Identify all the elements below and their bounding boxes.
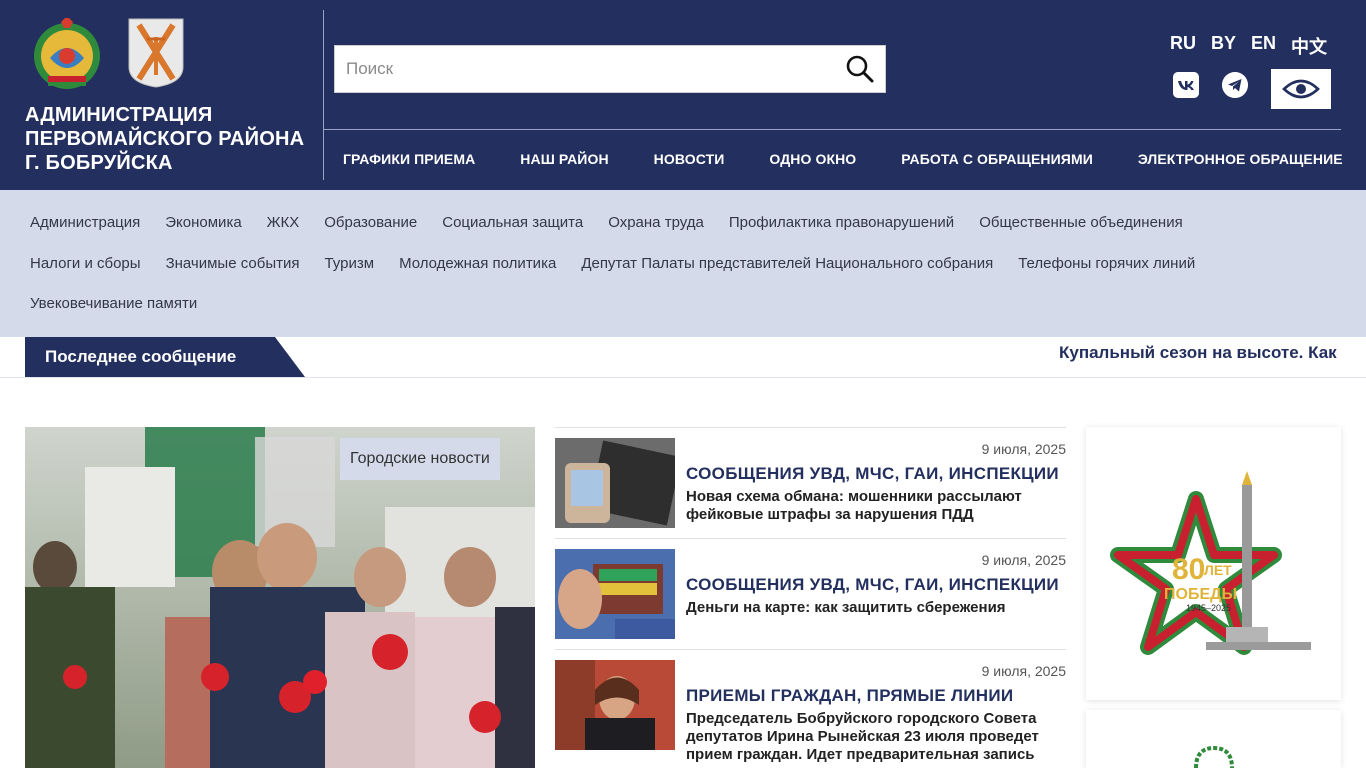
- header-vertical-divider: [323, 10, 324, 180]
- news-category[interactable]: СООБЩЕНИЯ УВД, МЧС, ГАИ, ИНСПЕКЦИИ: [686, 464, 1059, 484]
- main-nav: ГРАФИКИ ПРИЕМА НАШ РАЙОН НОВОСТИ ОДНО ОК…: [343, 151, 1366, 167]
- nav-news[interactable]: НОВОСТИ: [654, 151, 725, 167]
- lang-zh[interactable]: 中文: [1291, 33, 1327, 59]
- news-title[interactable]: Председатель Бобруйского городского Сове…: [686, 710, 1061, 764]
- category-nav-row-3: Увековечивание памяти: [30, 295, 222, 312]
- category-link[interactable]: Администрация: [30, 214, 140, 231]
- search-input[interactable]: [335, 46, 835, 92]
- news-item[interactable]: 9 июля, 2025 СООБЩЕНИЯ УВД, МЧС, ГАИ, ИН…: [555, 538, 1066, 649]
- news-thumbnail: [555, 660, 675, 750]
- category-link[interactable]: Охрана труда: [608, 214, 704, 231]
- category-link[interactable]: Туризм: [324, 255, 374, 272]
- org-title-line1: АДМИНИСТРАЦИЯ: [25, 104, 213, 126]
- lang-by[interactable]: BY: [1211, 33, 1236, 59]
- banner-years: 1945–2025: [1186, 603, 1231, 613]
- feature-category-tag[interactable]: Городские новости: [340, 438, 500, 480]
- news-title[interactable]: Новая схема обмана: мошенники рассылают …: [686, 488, 1061, 524]
- banner-number: 80: [1172, 553, 1205, 586]
- lang-en[interactable]: EN: [1251, 33, 1276, 59]
- eye-icon: [1282, 79, 1320, 99]
- category-link[interactable]: Налоги и сборы: [30, 255, 141, 272]
- ticker-text[interactable]: Купальный сезон на высоте. Как: [1059, 343, 1341, 363]
- category-link[interactable]: Экономика: [165, 214, 241, 231]
- news-category[interactable]: ПРИЕМЫ ГРАЖДАН, ПРЯМЫЕ ЛИНИИ: [686, 686, 1013, 706]
- category-link[interactable]: Молодежная политика: [399, 255, 556, 272]
- news-thumbnail: [555, 438, 675, 528]
- banner-word-top: ЛЕТ: [1204, 562, 1232, 578]
- victory-80-banner[interactable]: 80 ЛЕТ ПОБЕДЫ 1945–2025: [1086, 427, 1341, 700]
- ticker-label: Последнее сообщение: [25, 337, 305, 377]
- logo-block[interactable]: АДМИНИСТРАЦИЯ ПЕРВОМАЙСКОГО РАЙОНА Г. БО…: [0, 0, 323, 190]
- org-title-line2: ПЕРВОМАЙСКОГО РАЙОНА: [25, 128, 305, 150]
- nav-one-window[interactable]: ОДНО ОКНО: [769, 151, 856, 167]
- telegram-icon[interactable]: [1222, 72, 1248, 98]
- news-ticker: Последнее сообщение Купальный сезон на в…: [0, 337, 1366, 378]
- state-emblem-icon: [34, 18, 100, 89]
- category-link[interactable]: Телефоны горячих линий: [1018, 255, 1195, 272]
- news-thumbnail: [555, 549, 675, 639]
- category-link[interactable]: ЖКХ: [267, 214, 300, 231]
- lang-ru[interactable]: RU: [1170, 33, 1196, 59]
- site-header: АДМИНИСТРАЦИЯ ПЕРВОМАЙСКОГО РАЙОНА Г. БО…: [0, 0, 1366, 190]
- category-nav-row-2: Налоги и сборы Значимые события Туризм М…: [30, 255, 1220, 272]
- category-link[interactable]: Социальная защита: [442, 214, 583, 231]
- news-item[interactable]: 9 июля, 2025 ПРИЕМЫ ГРАЖДАН, ПРЯМЫЕ ЛИНИ…: [555, 649, 1066, 763]
- category-link[interactable]: Увековечивание памяти: [30, 295, 197, 312]
- category-link[interactable]: Общественные объединения: [979, 214, 1183, 231]
- news-date: 9 июля, 2025: [981, 663, 1066, 679]
- category-link[interactable]: Значимые события: [166, 255, 300, 272]
- wreath-icon: [1194, 745, 1234, 768]
- language-switcher: RU BY EN 中文: [1170, 33, 1342, 59]
- nav-appeals-work[interactable]: РАБОТА С ОБРАЩЕНИЯМИ: [901, 151, 1093, 167]
- city-crest-icon: [128, 18, 184, 88]
- category-nav: Администрация Экономика ЖКХ Образование …: [0, 190, 1366, 337]
- banner-word-bottom: ПОБЕДЫ: [1164, 586, 1237, 603]
- category-nav-row-1: Администрация Экономика ЖКХ Образование …: [30, 214, 1208, 231]
- news-date: 9 июля, 2025: [981, 441, 1066, 457]
- side-banner-2[interactable]: [1086, 710, 1341, 768]
- category-link[interactable]: Профилактика правонарушений: [729, 214, 954, 231]
- news-date: 9 июля, 2025: [981, 552, 1066, 568]
- search-box: [334, 45, 886, 93]
- header-horizontal-divider: [324, 129, 1341, 130]
- accessibility-button[interactable]: [1271, 69, 1331, 109]
- search-icon[interactable]: [845, 54, 875, 84]
- category-link[interactable]: Депутат Палаты представителей Национальн…: [581, 255, 993, 272]
- org-title-line3: Г. БОБРУЙСКА: [25, 152, 173, 174]
- news-title[interactable]: Деньги на карте: как защитить сбережения: [686, 599, 1061, 617]
- news-category[interactable]: СООБЩЕНИЯ УВД, МЧС, ГАИ, ИНСПЕКЦИИ: [686, 575, 1059, 595]
- nav-our-district[interactable]: НАШ РАЙОН: [520, 151, 608, 167]
- vk-icon[interactable]: [1173, 72, 1199, 98]
- org-title: АДМИНИСТРАЦИЯ ПЕРВОМАЙСКОГО РАЙОНА Г. БО…: [25, 103, 315, 175]
- news-item[interactable]: 9 июля, 2025 СООБЩЕНИЯ УВД, МЧС, ГАИ, ИН…: [555, 427, 1066, 538]
- victory-80-emblem: 80 ЛЕТ ПОБЕДЫ 1945–2025: [1110, 471, 1311, 655]
- nav-electronic-appeal[interactable]: ЭЛЕКТРОННОЕ ОБРАЩЕНИЕ: [1138, 151, 1343, 167]
- nav-reception-schedule[interactable]: ГРАФИКИ ПРИЕМА: [343, 151, 475, 167]
- category-link[interactable]: Образование: [324, 214, 417, 231]
- featured-news-image[interactable]: Городские новости: [25, 427, 535, 768]
